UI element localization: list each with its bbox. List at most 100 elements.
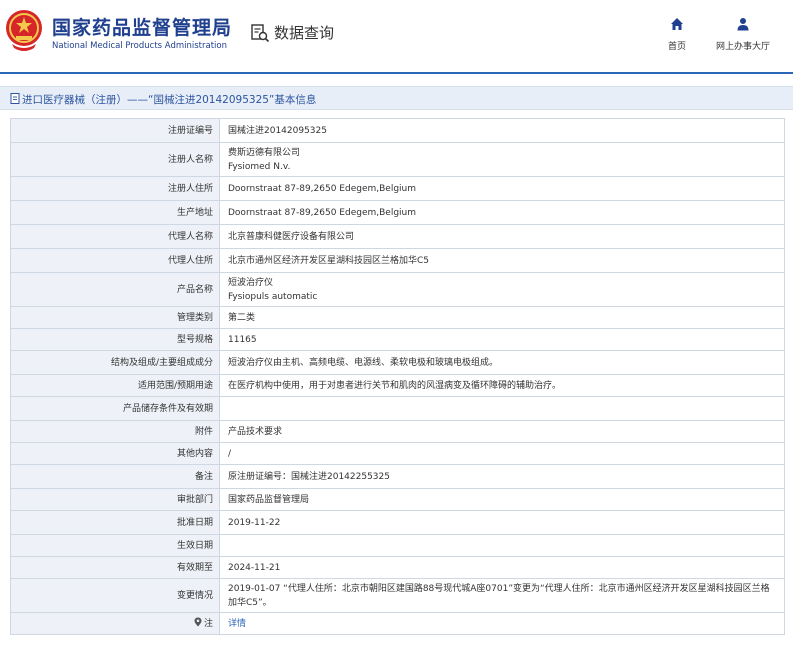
field-value-line: 国家药品监督管理局 bbox=[228, 494, 310, 505]
field-value-line: 产品技术要求 bbox=[228, 426, 283, 437]
field-value-line: / bbox=[228, 448, 232, 459]
field-value-line: 2019-11-22 bbox=[228, 517, 281, 528]
field-label: 代理人住所 bbox=[10, 248, 220, 273]
field-label: 型号规格 bbox=[10, 328, 220, 351]
field-label-text: 注册证编号 bbox=[167, 125, 213, 136]
field-label-text: 管理类别 bbox=[176, 312, 213, 323]
field-label-text: 有效期至 bbox=[176, 562, 213, 573]
table-row: 型号规格 11165 bbox=[10, 328, 785, 351]
agency-name-en[interactable]: National Medical Products Administration bbox=[52, 41, 227, 51]
table-row: 适用范围/预期用途 在医疗机构中使用，用于对患者进行关节和肌肉的风湿病变及循环障碍… bbox=[10, 374, 785, 397]
data-query-label: 数据查询 bbox=[274, 24, 335, 42]
header-divider bbox=[0, 72, 793, 74]
field-value-line: 短波治疗仪 bbox=[228, 277, 274, 288]
field-label-text: 变更情况 bbox=[176, 590, 213, 601]
field-label: 管理类别 bbox=[10, 306, 220, 329]
field-label: 生效日期 bbox=[10, 534, 220, 557]
field-label-text: 代理人名称 bbox=[167, 231, 213, 242]
field-label-text: 代理人住所 bbox=[167, 255, 213, 266]
field-label-text: 结构及组成/主要组成成分 bbox=[110, 357, 213, 368]
field-label: 其他内容 bbox=[10, 442, 220, 465]
pin-icon bbox=[194, 617, 202, 626]
nav-home[interactable]: 首页 bbox=[660, 16, 694, 52]
table-row: 其他内容 / bbox=[10, 442, 785, 465]
field-value: 2024-11-21 bbox=[219, 556, 785, 579]
field-value: 费斯迈德有限公司 Fysiomed N.v. bbox=[219, 142, 785, 177]
field-value: 短波治疗仪 Fysiopuls automatic bbox=[219, 272, 785, 307]
field-label: 变更情况 bbox=[10, 578, 220, 613]
table-row: 生产地址 Doornstraat 87-89,2650 Edegem,Belgiu… bbox=[10, 200, 785, 225]
national-emblem-icon bbox=[6, 10, 42, 51]
field-value-line: 北京普康科健医疗设备有限公司 bbox=[228, 231, 355, 242]
nav-online-office-label: 网上办事大厅 bbox=[715, 42, 770, 52]
field-value: 北京普康科健医疗设备有限公司 bbox=[219, 224, 785, 249]
field-value: 国械注进20142095325 bbox=[219, 118, 785, 143]
table-row: 产品储存条件及有效期 bbox=[10, 396, 785, 421]
detail-link[interactable]: 详情 bbox=[219, 612, 785, 635]
table-row: 审批部门 国家药品监督管理局 bbox=[10, 488, 785, 511]
field-label: 审批部门 bbox=[10, 488, 220, 511]
field-label: 代理人名称 bbox=[10, 224, 220, 249]
record-info-table: 注册证编号 国械注进20142095325 注册人名称 费斯迈德有限公司 Fysiome… bbox=[10, 118, 785, 635]
table-row: 注册证编号 国械注进20142095325 bbox=[10, 118, 785, 143]
field-value-line: 原注册证编号：国械注进20142255325 bbox=[228, 471, 390, 482]
field-value: Doornstraat 87-89,2650 Edegem,Belgium bbox=[219, 176, 785, 201]
page-title: 进口医疗器械（注册）——“国械注进20142095325”基本信息 bbox=[22, 94, 317, 106]
field-label: 结构及组成/主要组成成分 bbox=[10, 350, 220, 375]
table-row: 代理人住所 北京市通州区经济开发区星湖科技园区兰格加华C5 bbox=[10, 248, 785, 273]
field-value-line: Fysiomed N.v. bbox=[228, 161, 291, 172]
table-row: 生效日期 bbox=[10, 534, 785, 557]
nav-online-office[interactable]: 网上办事大厅 bbox=[712, 16, 774, 52]
field-label-text: 其他内容 bbox=[176, 448, 213, 459]
record-title-bar: 进口医疗器械（注册）——“国械注进20142095325”基本信息 bbox=[0, 86, 793, 110]
field-value-line: 11165 bbox=[228, 334, 257, 345]
table-row: 管理类别 第二类 bbox=[10, 306, 785, 329]
table-row: 有效期至 2024-11-21 bbox=[10, 556, 785, 579]
field-label-text: 备注 bbox=[194, 471, 213, 482]
field-value-line: 国械注进20142095325 bbox=[228, 125, 327, 136]
field-value-line[interactable]: 详情 bbox=[228, 617, 778, 631]
field-label: 附件 bbox=[10, 420, 220, 443]
document-icon bbox=[10, 93, 20, 104]
field-label-text: 产品名称 bbox=[176, 284, 213, 295]
field-value: 第二类 bbox=[219, 306, 785, 329]
field-label: 批准日期 bbox=[10, 510, 220, 535]
field-value: 2019-11-22 bbox=[219, 510, 785, 535]
data-search-icon bbox=[251, 23, 270, 42]
field-label: 备注 bbox=[10, 464, 220, 489]
table-row: 附件 产品技术要求 bbox=[10, 420, 785, 443]
table-row: 产品名称 短波治疗仪 Fysiopuls automatic bbox=[10, 272, 785, 307]
field-label-text: 产品储存条件及有效期 bbox=[122, 403, 213, 414]
field-label: 产品储存条件及有效期 bbox=[10, 396, 220, 421]
agency-name-cn[interactable]: 国家药品监督管理局 bbox=[52, 13, 232, 40]
field-label-text: 批准日期 bbox=[176, 517, 213, 528]
table-row: 注册人住所 Doornstraat 87-89,2650 Edegem,Belgi… bbox=[10, 176, 785, 201]
field-label: 注册人名称 bbox=[10, 142, 220, 177]
field-value-line: 2019-01-07 “代理人住所：北京市朝阳区建国路88号现代城A座0701”… bbox=[228, 583, 770, 608]
field-label: 产品名称 bbox=[10, 272, 220, 307]
table-row: 结构及组成/主要组成成分 短波治疗仪由主机、高频电缆、电源线、柔软电极和玻璃电极组… bbox=[10, 350, 785, 375]
field-label-text: 适用范围/预期用途 bbox=[137, 380, 213, 391]
field-value: 在医疗机构中使用，用于对患者进行关节和肌肉的风湿病变及循环障碍的辅助治疗。 bbox=[219, 374, 785, 397]
field-label-text: 审批部门 bbox=[176, 494, 213, 505]
field-value: Doornstraat 87-89,2650 Edegem,Belgium bbox=[219, 200, 785, 225]
field-label: 注册人住所 bbox=[10, 176, 220, 201]
field-value-line: Fysiopuls automatic bbox=[228, 291, 318, 302]
field-value-line: Doornstraat 87-89,2650 Edegem,Belgium bbox=[228, 207, 417, 218]
field-label: 有效期至 bbox=[10, 556, 220, 579]
field-value: 原注册证编号：国械注进20142255325 bbox=[219, 464, 785, 489]
field-value bbox=[219, 396, 785, 421]
table-row: 备注 原注册证编号：国械注进20142255325 bbox=[10, 464, 785, 489]
field-label-text: 生产地址 bbox=[176, 207, 213, 218]
user-icon bbox=[737, 18, 749, 31]
field-value-line: 在医疗机构中使用，用于对患者进行关节和肌肉的风湿病变及循环障碍的辅助治疗。 bbox=[228, 380, 562, 391]
field-label-text: 型号规格 bbox=[176, 334, 213, 345]
field-label-text: 附件 bbox=[194, 426, 213, 437]
data-query-link[interactable]: 数据查询 bbox=[250, 22, 334, 43]
field-label: 注 bbox=[10, 612, 220, 635]
field-value-line: 第二类 bbox=[228, 312, 256, 323]
table-row: 批准日期 2019-11-22 bbox=[10, 510, 785, 535]
field-label: 注册证编号 bbox=[10, 118, 220, 143]
table-row: 变更情况 2019-01-07 “代理人住所：北京市朝阳区建国路88号现代城A座0… bbox=[10, 578, 785, 613]
field-value: 11165 bbox=[219, 328, 785, 351]
